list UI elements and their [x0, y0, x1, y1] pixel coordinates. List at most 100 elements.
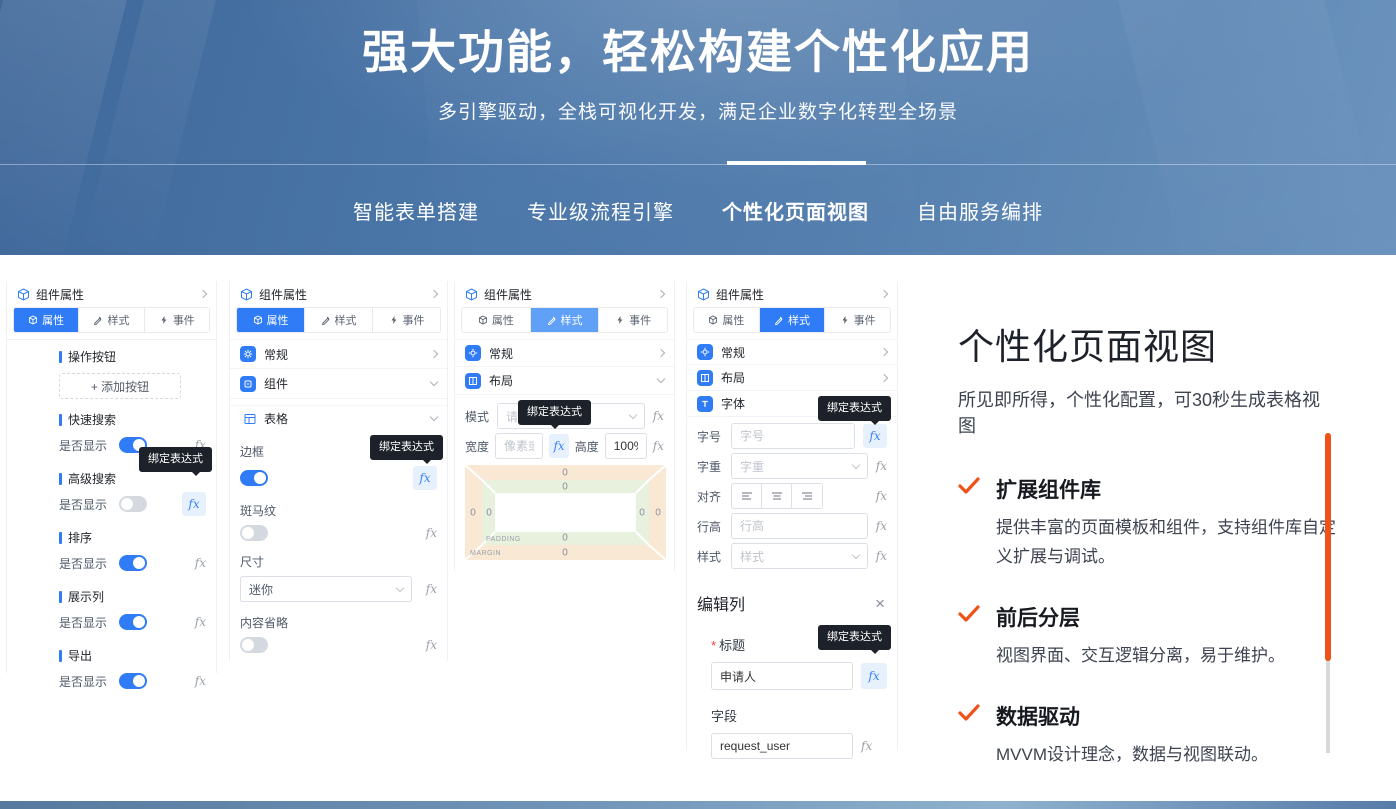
layout-icon — [465, 373, 481, 389]
font-size-input[interactable] — [731, 423, 855, 449]
tab-flow-engine[interactable]: 专业级流程引擎 — [527, 196, 674, 225]
fx-bind-button[interactable]: fx — [876, 459, 887, 473]
advanced-search-toggle[interactable] — [119, 496, 147, 512]
fx-bind-button-active[interactable]: fx — [182, 492, 206, 516]
tab-style[interactable]: 样式 — [305, 308, 373, 332]
fx-bind-button[interactable]: fx — [653, 409, 664, 423]
align-left-button[interactable] — [732, 484, 762, 508]
fx-bind-button[interactable]: fx — [195, 674, 206, 688]
tab-service-orchestration[interactable]: 自由服务编排 — [917, 196, 1043, 225]
fx-bind-button[interactable]: fx — [861, 739, 872, 753]
style-label: 样式 — [697, 548, 723, 565]
fx-bind-button[interactable]: fx — [426, 526, 437, 540]
group-label: 组件 — [264, 375, 288, 392]
collapse-chevron-icon[interactable] — [430, 290, 438, 298]
size-select-value: 迷你 — [249, 581, 273, 598]
fx-bind-button[interactable]: fx — [426, 582, 437, 596]
export-toggle[interactable] — [119, 673, 147, 689]
fx-bind-button[interactable]: fx — [653, 439, 664, 453]
fx-bind-button-active[interactable]: fx — [549, 434, 568, 458]
panel-tab-bar: 属性 样式 事件 — [461, 307, 668, 333]
title-field-row: fx — [711, 662, 887, 690]
align-center-button[interactable] — [762, 484, 792, 508]
tab-props[interactable]: 属性 — [462, 308, 531, 332]
scrollbar-thumb[interactable] — [1325, 433, 1331, 661]
fx-bind-button-active[interactable]: fx — [861, 663, 887, 689]
tab-style[interactable]: 样式 — [79, 308, 144, 332]
tab-props[interactable]: 属性 — [694, 308, 760, 332]
width-height-row: 宽度 fx 高度 fx — [455, 433, 674, 459]
tab-props[interactable]: 属性 — [14, 308, 79, 332]
group-layout[interactable]: 布局 — [687, 365, 897, 391]
fx-bind-button[interactable]: fx — [195, 556, 206, 570]
group-label: 常规 — [264, 346, 288, 363]
ellipsis-toggle[interactable] — [240, 637, 268, 653]
line-height-input[interactable] — [731, 513, 868, 539]
feature-desc: 提供丰富的页面模板和组件，支持组件库自定义扩展与调试。 — [996, 514, 1336, 572]
add-button[interactable]: + 添加按钮 — [59, 373, 181, 399]
tab-smart-form[interactable]: 智能表单搭建 — [353, 196, 479, 225]
sort-toggle[interactable] — [119, 555, 147, 571]
show-label: 是否显示 — [59, 555, 107, 572]
size-label: 尺寸 — [240, 553, 437, 570]
fx-bind-button[interactable]: fx — [876, 519, 887, 533]
tab-event[interactable]: 事件 — [599, 308, 667, 332]
sort-visible-row: 是否显示 fx — [59, 550, 206, 576]
border-toggle[interactable] — [240, 470, 268, 486]
margin-left-value: 0 — [470, 508, 476, 519]
title-input[interactable] — [711, 662, 853, 690]
field-name-input[interactable] — [711, 733, 853, 759]
panel-tab-bar: 属性 样式 事件 — [693, 307, 891, 333]
group-general[interactable]: 常规 — [230, 339, 447, 369]
tab-props[interactable]: 属性 — [237, 308, 305, 332]
margin-bottom-value: 0 — [562, 548, 568, 559]
ellipsis-control-row: fx — [240, 637, 437, 653]
fx-bind-button[interactable]: fx — [876, 549, 887, 563]
component-icon — [465, 288, 478, 301]
group-general[interactable]: 常规 — [455, 339, 674, 367]
fx-bind-button[interactable]: fx — [426, 638, 437, 652]
group-layout[interactable]: 布局 — [455, 367, 674, 395]
height-input[interactable] — [605, 433, 647, 459]
size-select[interactable]: 迷你 — [240, 576, 412, 602]
chevron-right-icon — [880, 373, 888, 381]
feature-section-title: 个性化页面视图 — [958, 318, 1336, 370]
show-label: 是否显示 — [59, 496, 107, 513]
group-table[interactable]: 表格 — [230, 405, 447, 431]
font-weight-select[interactable]: 字重 — [731, 453, 868, 479]
columns-toggle[interactable] — [119, 614, 147, 630]
tab-style[interactable]: 样式 — [760, 308, 826, 332]
margin-area-label: MARGIN — [470, 550, 501, 557]
collapse-chevron-icon[interactable] — [657, 290, 665, 298]
group-label: 布局 — [721, 369, 745, 386]
panel-tab-bar: 属性 样式 事件 — [13, 307, 210, 333]
tab-props-label: 属性 — [267, 312, 289, 328]
collapse-chevron-icon[interactable] — [880, 290, 888, 298]
align-right-button[interactable] — [792, 484, 822, 508]
line-height-row: 行高 fx — [687, 513, 897, 539]
group-component[interactable]: 组件 — [230, 369, 447, 399]
close-icon[interactable]: × — [875, 595, 885, 612]
style-select[interactable]: 样式 — [731, 543, 868, 569]
edit-column-title: 编辑列 — [697, 591, 745, 615]
tab-props-label: 属性 — [492, 312, 514, 328]
tab-event[interactable]: 事件 — [373, 308, 440, 332]
margin-right-value: 0 — [655, 508, 661, 519]
tab-style[interactable]: 样式 — [531, 308, 600, 332]
tab-page-view[interactable]: 个性化页面视图 — [722, 196, 869, 225]
tab-event[interactable]: 事件 — [825, 308, 890, 332]
fx-bind-button[interactable]: fx — [195, 615, 206, 629]
fx-bind-button[interactable]: fx — [876, 489, 887, 503]
brush-icon — [93, 315, 103, 325]
zebra-control-row: fx — [240, 525, 437, 541]
tab-event[interactable]: 事件 — [145, 308, 209, 332]
fx-bind-button-active[interactable]: fx — [863, 424, 887, 448]
zebra-toggle[interactable] — [240, 525, 268, 541]
bind-expression-tooltip: 绑定表达式 — [518, 400, 591, 425]
group-general[interactable]: 常规 — [687, 339, 897, 365]
width-input[interactable] — [495, 433, 543, 459]
panel-title: 组件属性 — [36, 286, 84, 303]
fx-bind-button-active[interactable]: fx — [413, 466, 437, 490]
collapse-chevron-icon[interactable] — [199, 290, 207, 298]
component-icon — [240, 288, 253, 301]
